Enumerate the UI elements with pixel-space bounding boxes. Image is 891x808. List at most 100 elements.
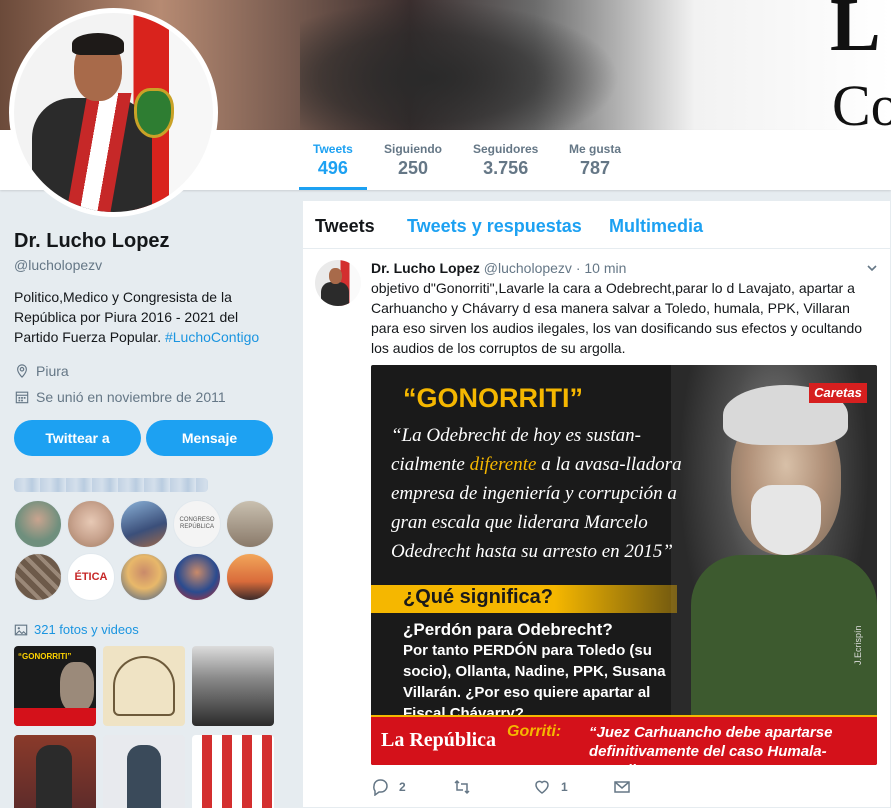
image-answer-question: ¿Perdón para Odebrecht? bbox=[403, 620, 613, 639]
profile-actions: Twittear a Mensaje bbox=[14, 420, 276, 456]
stat-value: 3.756 bbox=[483, 158, 529, 178]
follower-avatar[interactable] bbox=[14, 500, 62, 548]
tweet-author-name[interactable]: Dr. Lucho Lopez bbox=[371, 260, 480, 276]
follower-avatar[interactable] bbox=[226, 553, 274, 601]
banner-photo-shadow bbox=[300, 0, 620, 130]
photos-videos-link[interactable]: 321 fotos y videos bbox=[14, 622, 139, 637]
stat-value: 496 bbox=[317, 158, 348, 178]
profile-bio: Politico,Medico y Congresista de la Repú… bbox=[14, 287, 276, 347]
timeline: Tweets Tweets y respuestas Multimedia Dr… bbox=[302, 200, 891, 808]
thumb-figure bbox=[36, 745, 72, 808]
tab-media[interactable]: Multimedia bbox=[609, 216, 703, 237]
stat-likes[interactable]: Me gusta 787 bbox=[569, 142, 621, 179]
image-title: “GONORRITI” bbox=[403, 383, 583, 413]
media-thumbnail[interactable] bbox=[14, 735, 96, 808]
stat-label: Seguidores bbox=[473, 142, 539, 156]
image-footer: La República Gorriti: “Juez Carhuancho d… bbox=[371, 715, 877, 765]
image-answer-body: Por tanto PERDÓN para Toledo (su socio),… bbox=[403, 642, 666, 722]
stat-label: Tweets bbox=[313, 142, 353, 156]
stat-label: Me gusta bbox=[569, 142, 622, 156]
profile-name[interactable]: Dr. Lucho Lopez bbox=[14, 230, 276, 253]
profile-handle[interactable]: @lucholopezv bbox=[14, 257, 276, 273]
follower-avatar[interactable] bbox=[120, 553, 168, 601]
image-newspaper: La República bbox=[381, 729, 497, 751]
follower-avatar[interactable] bbox=[226, 500, 274, 548]
tweet-header: Dr. Lucho Lopez @lucholopezv · 10 min bbox=[371, 260, 626, 276]
message-button[interactable]: Mensaje bbox=[146, 420, 273, 456]
calendar-icon bbox=[14, 389, 30, 405]
profile-joined: Se unió en noviembre de 2011 bbox=[14, 389, 276, 405]
image-person-sweater bbox=[691, 555, 877, 715]
image-credit: J.Ecrispín bbox=[853, 625, 863, 665]
timeline-tabs: Tweets Tweets y respuestas Multimedia bbox=[303, 201, 890, 249]
reply-count: 2 bbox=[399, 780, 406, 794]
location-text: Piura bbox=[36, 363, 69, 379]
tweet-actions: 2 1 bbox=[371, 778, 877, 798]
heart-icon bbox=[533, 778, 551, 796]
retweet-icon bbox=[453, 778, 471, 796]
thumb-figure bbox=[60, 662, 94, 712]
image-person-beard bbox=[751, 485, 821, 555]
image-answer: ¿Perdón para Odebrecht? Por tanto PERDÓN… bbox=[403, 619, 693, 724]
image-icon bbox=[14, 623, 28, 637]
follower-avatar[interactable] bbox=[120, 500, 168, 548]
media-thumbnail[interactable] bbox=[192, 735, 274, 808]
bio-hashtag-link[interactable]: #LuchoContigo bbox=[165, 329, 259, 345]
stat-followers[interactable]: Seguidores 3.756 bbox=[473, 142, 538, 179]
media-thumbnail[interactable] bbox=[103, 735, 185, 808]
envelope-icon bbox=[613, 778, 631, 796]
reply-button[interactable]: 2 bbox=[371, 778, 406, 796]
profile-location: Piura bbox=[14, 363, 276, 379]
follower-avatar[interactable]: ÉTICA bbox=[67, 553, 115, 601]
stat-value: 250 bbox=[397, 158, 429, 178]
tab-tweets-and-replies[interactable]: Tweets y respuestas bbox=[407, 216, 582, 237]
tweet-author-handle[interactable]: @lucholopezv bbox=[484, 260, 572, 276]
thumb-figure bbox=[127, 745, 161, 808]
map-pin-icon bbox=[14, 363, 30, 379]
chevron-down-icon[interactable] bbox=[866, 262, 878, 277]
follower-avatar[interactable] bbox=[173, 553, 221, 601]
direct-message-button[interactable] bbox=[613, 778, 631, 796]
media-thumbnail[interactable]: “GONORRITI” bbox=[14, 646, 96, 726]
avatar-flag-shield bbox=[134, 88, 174, 138]
banner-text-top: L bbox=[830, 0, 881, 67]
image-headline: “Juez Carhuancho debe apartarse definiti… bbox=[589, 724, 833, 765]
stat-label: Siguiendo bbox=[384, 142, 442, 156]
stat-tweets[interactable]: Tweets 496 bbox=[299, 142, 367, 190]
followers-you-know-label-blurred bbox=[14, 478, 208, 492]
image-question: ¿Qué significa? bbox=[403, 586, 554, 608]
media-thumbnail[interactable] bbox=[103, 646, 185, 726]
tweet-timestamp[interactable]: · 10 min bbox=[576, 260, 627, 276]
follower-avatar-text: CONGRESO REPÚBLICA bbox=[179, 517, 215, 530]
like-button[interactable]: 1 bbox=[533, 778, 568, 796]
image-gorriti-label: Gorriti: bbox=[507, 723, 562, 740]
tweet-avatar[interactable] bbox=[315, 260, 361, 306]
image-question-bar: ¿Qué significa? bbox=[371, 585, 677, 613]
like-count: 1 bbox=[561, 780, 568, 794]
avatar-hair bbox=[72, 33, 124, 55]
thumb-footer bbox=[14, 708, 96, 726]
image-quote: “La Odebrecht de hoy es sustan-cialmente… bbox=[391, 421, 711, 566]
tab-tweets[interactable]: Tweets bbox=[315, 216, 375, 237]
thumb-title: “GONORRITI” bbox=[18, 652, 72, 661]
media-thumbnail[interactable] bbox=[192, 646, 274, 726]
photos-videos-label: 321 fotos y videos bbox=[34, 622, 139, 637]
follower-avatar[interactable] bbox=[14, 553, 62, 601]
profile-avatar[interactable] bbox=[9, 8, 218, 217]
tweet-text: objetivo d"Gonorriti",Lavarle la cara a … bbox=[371, 280, 863, 356]
reply-icon bbox=[371, 778, 389, 796]
tweet-to-button[interactable]: Twittear a bbox=[14, 420, 141, 456]
tweet-image[interactable]: Caretas “GONORRITI” “La Odebrecht de hoy… bbox=[371, 365, 877, 765]
joined-text: Se unió en noviembre de 2011 bbox=[36, 389, 226, 405]
thumb-cartoon bbox=[113, 656, 175, 716]
follower-avatar-text: ÉTICA bbox=[74, 571, 108, 583]
stat-following[interactable]: Siguiendo 250 bbox=[384, 142, 442, 179]
banner-text-bottom: Co bbox=[832, 73, 891, 130]
tweet-avatar-face bbox=[329, 268, 342, 284]
quote-highlight: diferente bbox=[469, 454, 537, 475]
tweet-avatar-suit bbox=[321, 282, 349, 306]
follower-avatar[interactable] bbox=[67, 500, 115, 548]
profile-card: Dr. Lucho Lopez @lucholopezv Politico,Me… bbox=[14, 230, 276, 405]
follower-avatar[interactable]: CONGRESO REPÚBLICA bbox=[173, 500, 221, 548]
retweet-button[interactable] bbox=[453, 778, 481, 796]
